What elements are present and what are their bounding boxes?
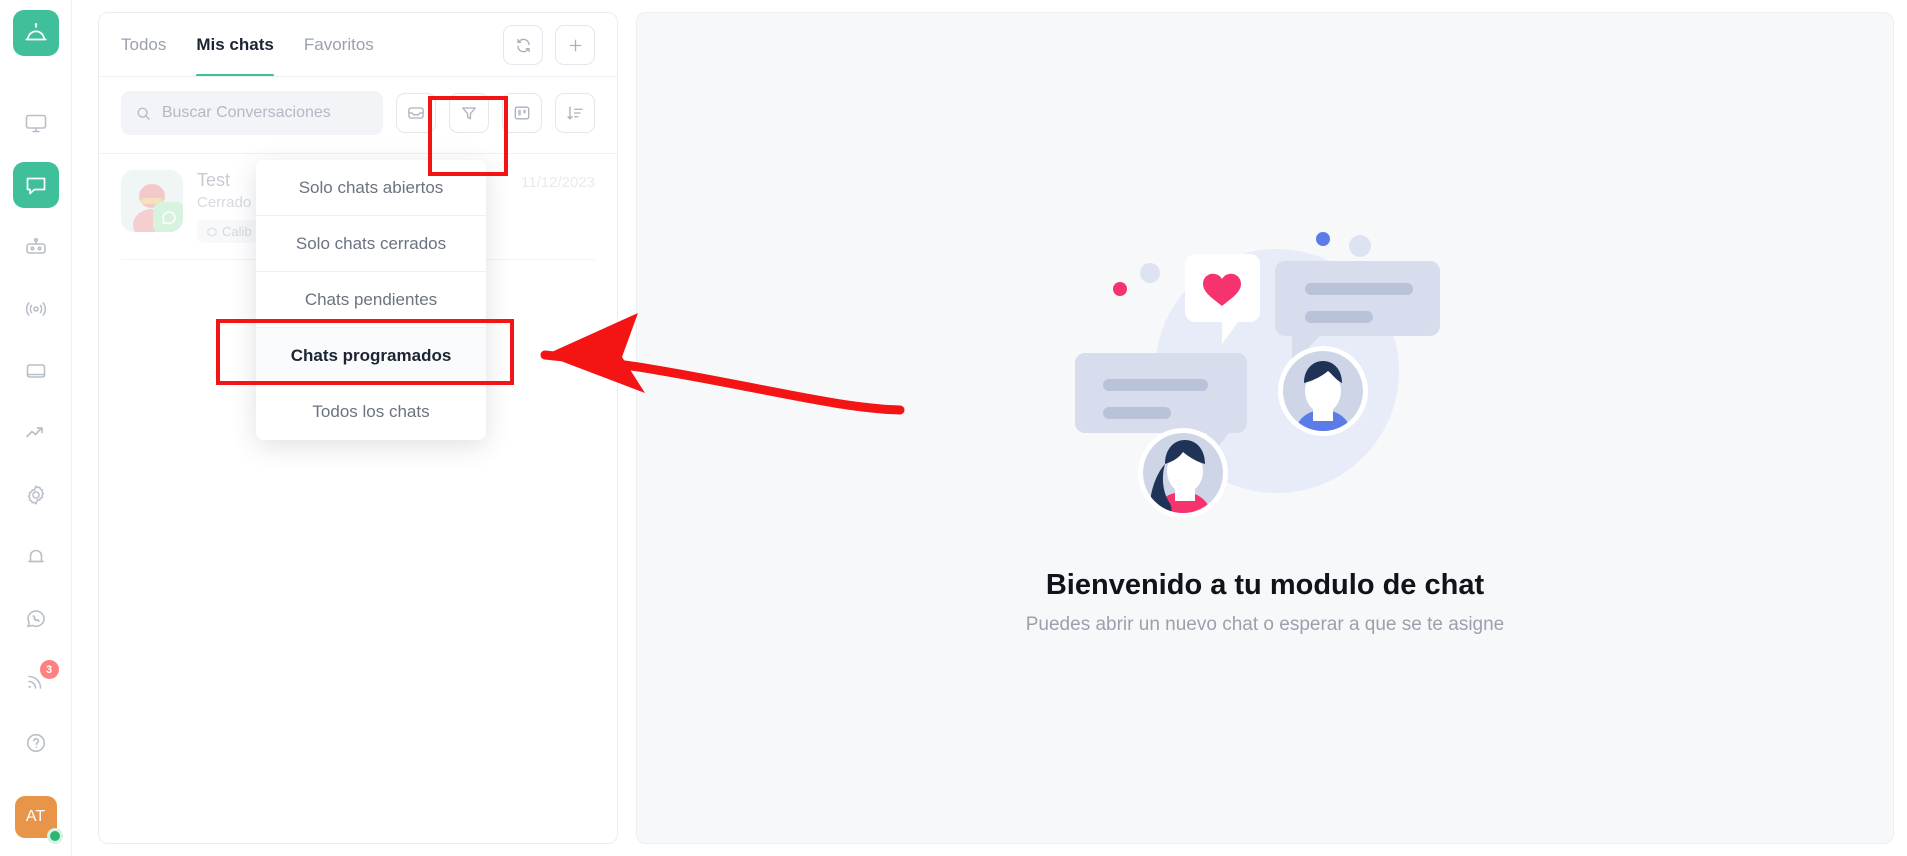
sidebar-item-whatsapp[interactable]: [13, 596, 59, 642]
whatsapp-icon: [26, 610, 45, 628]
search-box[interactable]: [121, 91, 383, 135]
gear-icon: [27, 485, 44, 505]
sort-icon: [567, 106, 583, 120]
plus-icon: [569, 39, 581, 51]
left-navigation-rail: 3 AT: [0, 0, 72, 856]
sort-button[interactable]: [555, 93, 595, 133]
box-icon: [207, 226, 217, 237]
sidebar-item-help[interactable]: [13, 720, 59, 766]
robot-icon: [25, 237, 46, 254]
page-subtitle: Puedes abrir un nuevo chat o esperar a q…: [1025, 613, 1505, 635]
dropdown-item-solo-chats-cerrados[interactable]: Solo chats cerrados: [256, 216, 486, 272]
sidebar-item-settings[interactable]: [13, 472, 59, 518]
status-indicator-online: [46, 828, 63, 844]
sidebar-item-broadcast[interactable]: [13, 286, 59, 332]
sidebar-item-analytics[interactable]: [13, 410, 59, 456]
dropdown-item-todos-los-chats[interactable]: Todos los chats: [256, 384, 486, 440]
sidebar-item-notifications[interactable]: [13, 534, 59, 580]
sidebar-item-dashboard[interactable]: [13, 100, 59, 146]
service-bell-icon: [24, 23, 47, 41]
avatar-initials: AT: [25, 808, 46, 825]
app-logo[interactable]: [12, 10, 59, 56]
chat-tag-label: Calib: [222, 224, 252, 239]
trending-up-icon: [25, 427, 43, 438]
sidebar-item-bots[interactable]: [13, 224, 59, 270]
inbox-filter-button[interactable]: [396, 93, 436, 133]
refresh-button[interactable]: [503, 25, 543, 65]
filter-dropdown-menu: Solo chats abiertos Solo chats cerrados …: [256, 160, 486, 440]
dropdown-item-chats-pendientes[interactable]: Chats pendientes: [256, 272, 486, 328]
bell-icon: [27, 549, 44, 563]
new-chat-button[interactable]: [555, 25, 595, 65]
chat-welcome-panel: Bienvenido a tu modulo de chat Puedes ab…: [636, 12, 1894, 844]
page-title: Bienvenido a tu modulo de chat: [1045, 568, 1485, 601]
sidebar-item-feed[interactable]: 3: [13, 658, 59, 704]
refresh-icon: [516, 38, 530, 52]
sidebar-item-chat[interactable]: [12, 162, 59, 208]
dropdown-item-solo-chats-abiertos[interactable]: Solo chats abiertos: [256, 160, 486, 216]
whatsapp-icon: [162, 211, 176, 225]
inbox-icon: [408, 107, 424, 119]
chat-avatar: [121, 170, 183, 232]
search-and-filters-row: [99, 77, 617, 135]
app-root: 3 AT Todos Mis chats Favoritos Buscar Co…: [0, 0, 1907, 856]
chat-tag: Calib: [197, 220, 261, 243]
funnel-icon: [462, 107, 476, 120]
chat-tabs: Todos Mis chats Favoritos: [99, 13, 617, 77]
tab-favoritos[interactable]: Favoritos: [304, 13, 374, 77]
tab-actions: [503, 25, 595, 65]
sidebar-item-library[interactable]: [13, 348, 59, 394]
tab-mis-chats[interactable]: Mis chats: [196, 13, 275, 77]
chat-icon: [26, 177, 45, 195]
feed-badge: 3: [39, 660, 59, 679]
chat-date: 11/12/2023: [521, 174, 595, 191]
tab-todos[interactable]: Todos: [121, 13, 166, 77]
avatar[interactable]: AT: [14, 796, 63, 844]
search-icon: [137, 107, 150, 120]
monitor-icon: [25, 114, 46, 133]
search-input[interactable]: [161, 104, 369, 122]
help-icon: [26, 733, 45, 753]
board-view-button[interactable]: [502, 93, 542, 133]
tabs-divider: [99, 76, 617, 77]
rail-item-list: 3: [12, 100, 59, 782]
book-icon: [26, 364, 45, 378]
chat-bubbles-people-illustration: [1075, 231, 1440, 518]
whatsapp-channel-badge: [153, 202, 183, 232]
broadcast-icon: [25, 302, 46, 316]
board-icon: [514, 106, 530, 120]
filter-button[interactable]: [449, 93, 489, 133]
dropdown-item-chats-programados[interactable]: Chats programados: [256, 328, 486, 384]
